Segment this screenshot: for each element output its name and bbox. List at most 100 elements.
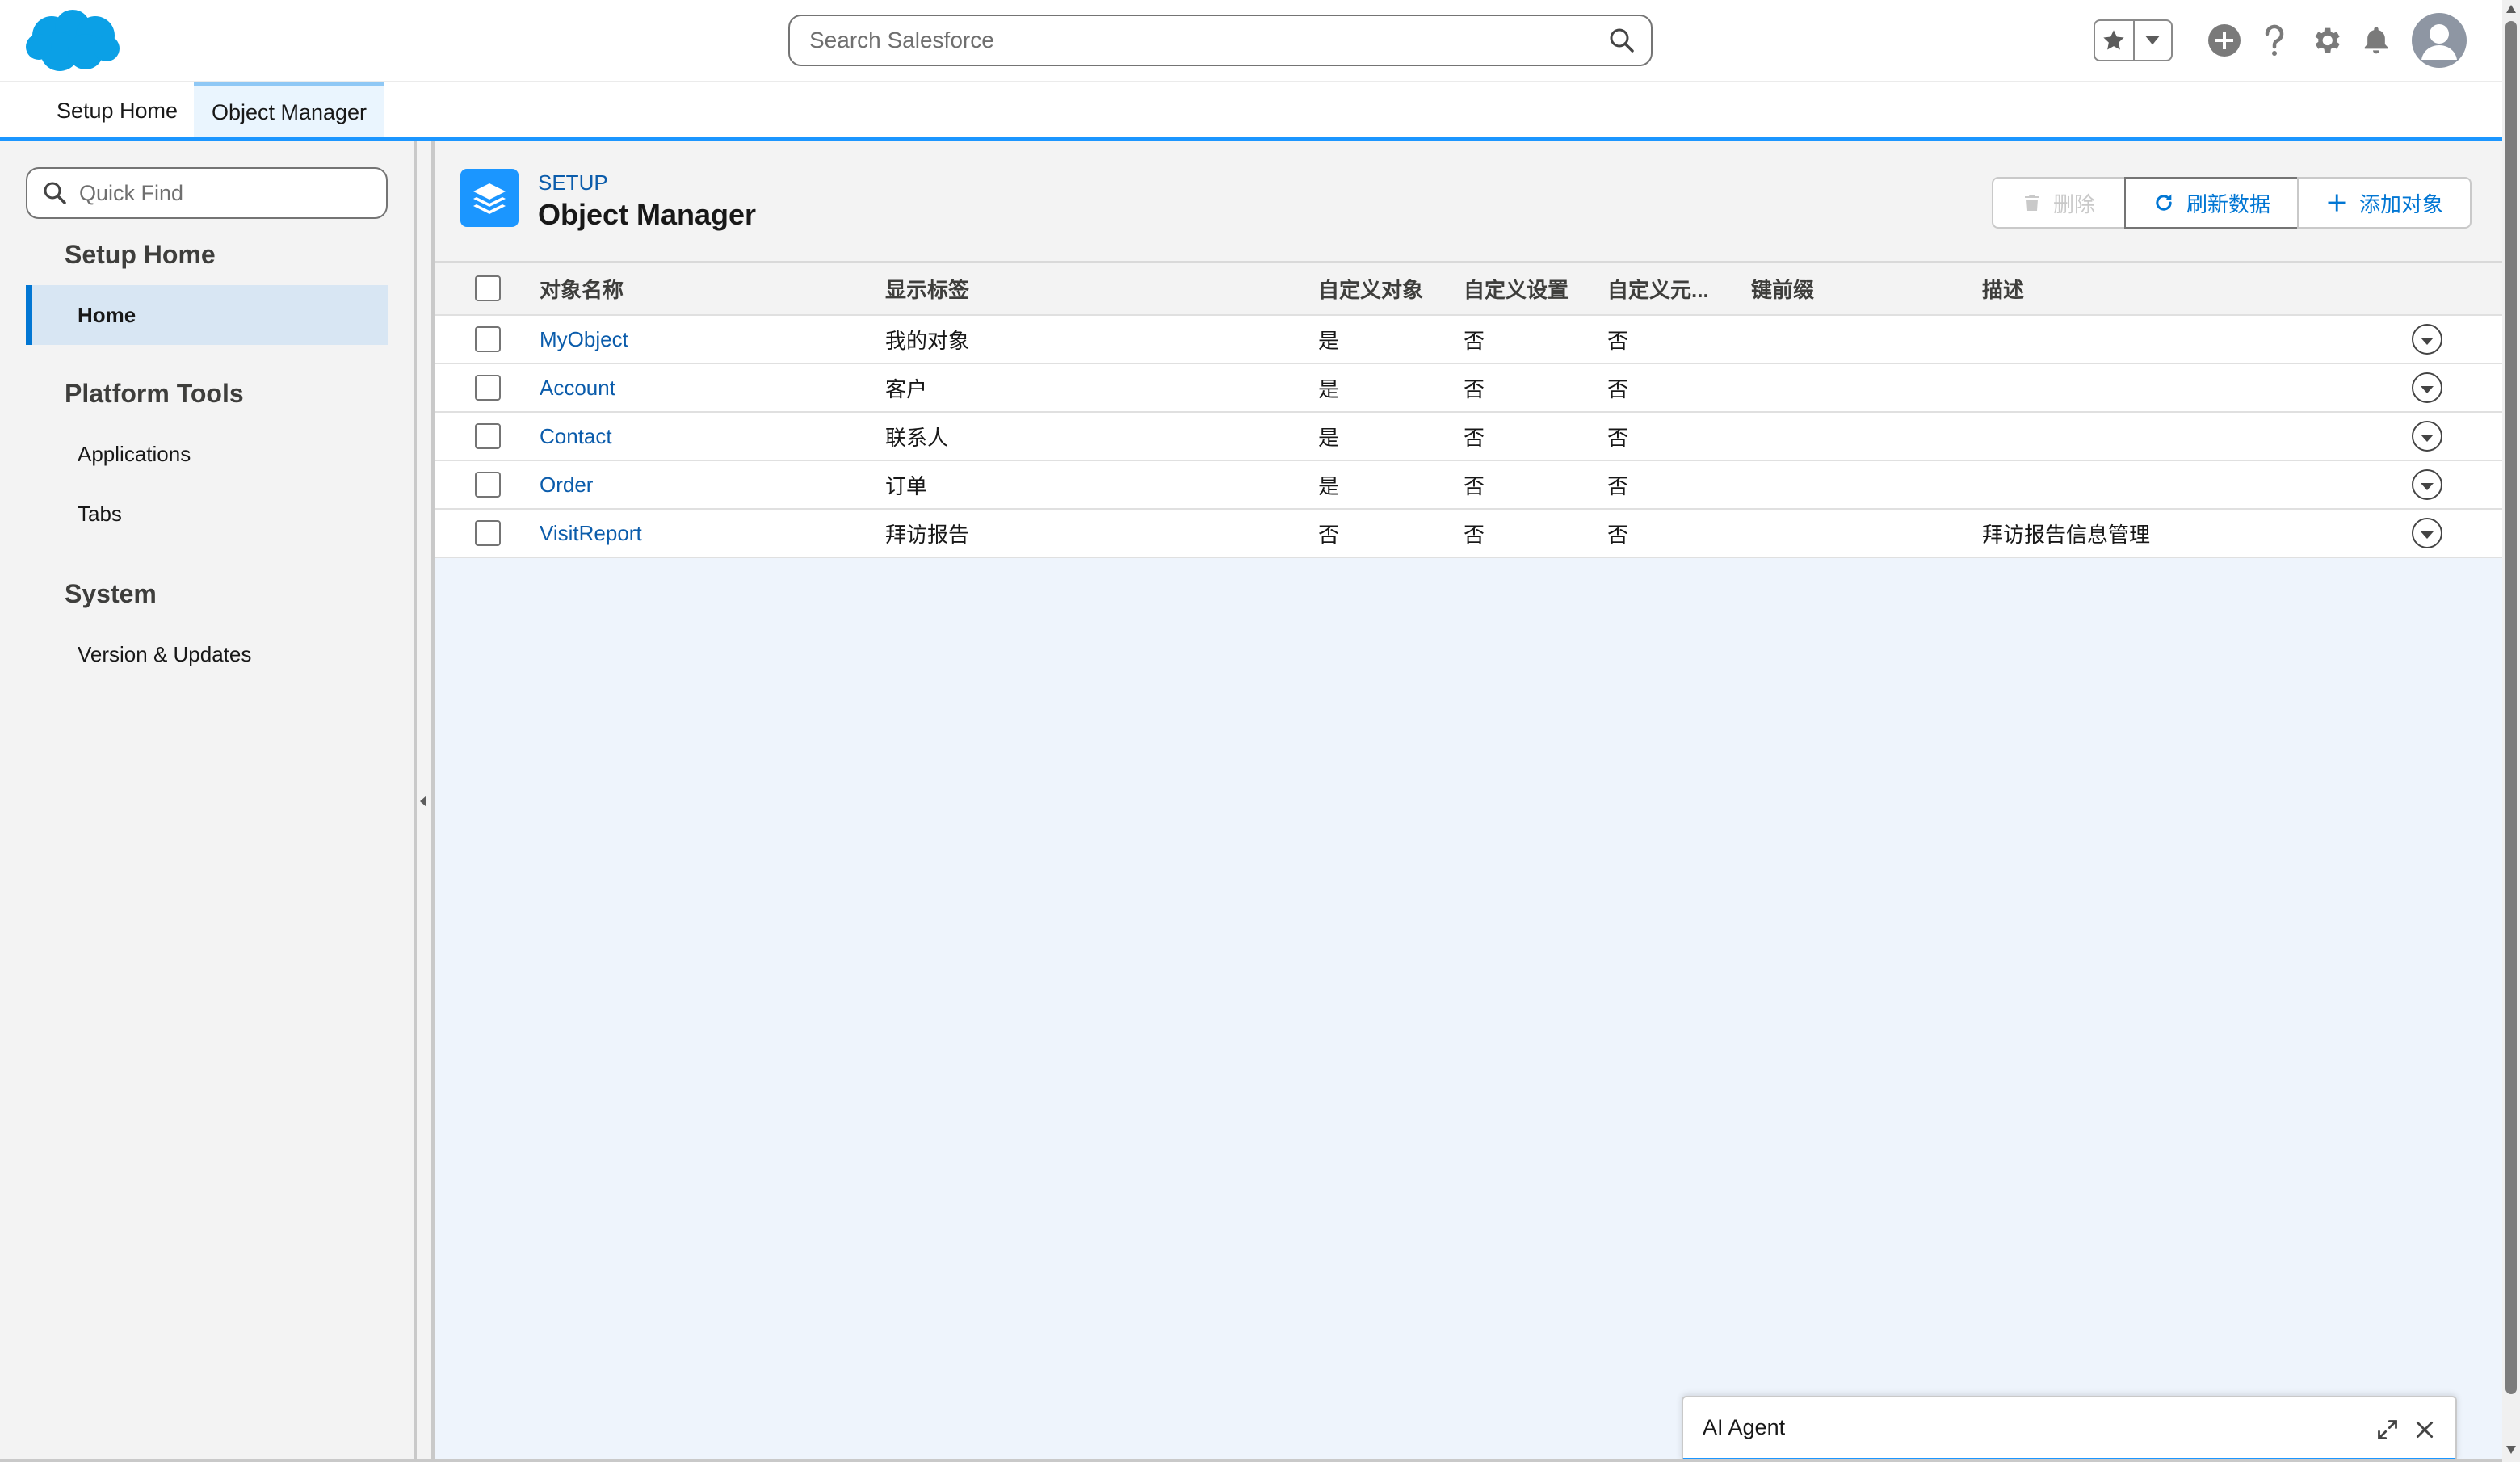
page-title: Object Manager — [538, 198, 757, 231]
row-actions-menu[interactable] — [2412, 518, 2442, 548]
custom-object-value: 是 — [1318, 473, 1340, 498]
header-button-group: 删除 刷新数据 添加对象 — [1992, 177, 2472, 229]
custom-metadata-value: 否 — [1607, 328, 1629, 353]
gear-icon — [2315, 27, 2340, 53]
sidebar-item-applications[interactable]: Applications — [26, 424, 388, 484]
object-name-link[interactable]: MyObject — [540, 316, 628, 363]
object-label: 订单 — [885, 473, 928, 498]
column-header-description[interactable]: 描述 — [1982, 263, 2024, 314]
custom-setting-value: 否 — [1464, 376, 1485, 401]
custom-setting-value: 否 — [1464, 328, 1485, 353]
window-bottom-border — [0, 1459, 2502, 1462]
scroll-down-arrow-icon[interactable] — [2506, 1446, 2516, 1454]
column-header-custom-object[interactable]: 自定义对象 — [1318, 263, 1423, 314]
page-scrollbar[interactable] — [2502, 0, 2520, 1462]
scroll-up-arrow-icon[interactable] — [2506, 5, 2516, 13]
add-object-button[interactable]: 添加对象 — [2297, 177, 2472, 229]
salesforce-cloud-logo[interactable] — [24, 6, 121, 74]
favorites-star-button[interactable] — [2095, 21, 2133, 60]
tab-label: Object Manager — [211, 99, 368, 124]
setup-button[interactable] — [2307, 21, 2346, 60]
table-row: VisitReport 拜访报告 否 否 否 拜访报告信息管理 — [435, 510, 2502, 558]
custom-object-value: 是 — [1318, 425, 1340, 450]
sidebar-section-setup-home: Setup Home — [65, 240, 216, 269]
star-icon — [2103, 30, 2125, 50]
row-checkbox[interactable] — [475, 472, 501, 498]
object-label: 联系人 — [885, 425, 949, 450]
expand-button[interactable] — [2373, 1415, 2402, 1444]
row-checkbox[interactable] — [475, 520, 501, 546]
object-label: 拜访报告 — [885, 522, 970, 547]
ai-agent-panel[interactable]: AI Agent — [1682, 1396, 2457, 1462]
object-name-link[interactable]: Account — [540, 364, 615, 411]
user-avatar[interactable] — [2412, 13, 2467, 68]
refresh-button[interactable]: 刷新数据 — [2124, 177, 2299, 229]
help-icon — [2265, 24, 2284, 56]
global-actions-button[interactable] — [2205, 21, 2244, 60]
custom-setting-value: 否 — [1464, 522, 1485, 547]
object-name-link[interactable]: VisitReport — [540, 510, 642, 557]
select-all-checkbox[interactable] — [475, 275, 501, 301]
notifications-button[interactable] — [2357, 21, 2396, 60]
delete-button[interactable]: 删除 — [1992, 177, 2126, 229]
column-header-key-prefix[interactable]: 键前缀 — [1751, 263, 1814, 314]
sidebar-item-version-updates[interactable]: Version & Updates — [26, 624, 388, 684]
tab-object-manager[interactable]: Object Manager — [194, 82, 384, 139]
page-header: SETUP Object Manager 删除 刷新数据 添加对象 — [435, 141, 2502, 263]
setup-sidebar: Setup Home Home Platform Tools Applicati… — [0, 141, 414, 1462]
object-table: 对象名称 显示标签 自定义对象 自定义设置 自定义元... 键前缀 描述 MyO… — [435, 263, 2502, 558]
sidebar-collapse-handle[interactable] — [414, 141, 435, 1462]
close-icon — [2416, 1421, 2434, 1439]
favorites-button-group — [2094, 19, 2173, 61]
tab-setup-home[interactable]: Setup Home — [42, 82, 192, 139]
scroll-thumb[interactable] — [2505, 21, 2517, 1394]
object-name-link[interactable]: Contact — [540, 413, 612, 460]
quick-find-input[interactable] — [26, 167, 388, 219]
help-button[interactable] — [2255, 21, 2294, 60]
ai-agent-title: AI Agent — [1703, 1415, 1786, 1439]
custom-object-value: 否 — [1318, 522, 1340, 547]
table-row: Account 客户 是 否 否 — [435, 364, 2502, 413]
add-icon — [2208, 24, 2241, 57]
app-root: Setup Home Object Manager Setup Home Hom… — [0, 0, 2520, 1462]
object-name-link[interactable]: Order — [540, 461, 593, 508]
custom-metadata-value: 否 — [1607, 473, 1629, 498]
row-actions-menu[interactable] — [2412, 372, 2442, 403]
close-button[interactable] — [2410, 1415, 2439, 1444]
row-actions-menu[interactable] — [2412, 324, 2442, 355]
sidebar-item-label: Applications — [78, 441, 191, 466]
sidebar-item-home[interactable]: Home — [26, 285, 388, 345]
search-icon — [44, 182, 66, 204]
tab-label: Setup Home — [56, 98, 178, 123]
custom-setting-value: 否 — [1464, 425, 1485, 450]
column-header-custom-metadata[interactable]: 自定义元... — [1607, 263, 1709, 314]
sidebar-item-label: Home — [78, 302, 136, 327]
search-icon[interactable] — [1607, 26, 1636, 55]
row-checkbox[interactable] — [475, 423, 501, 449]
expand-icon — [2378, 1420, 2397, 1439]
column-header-custom-setting[interactable]: 自定义设置 — [1464, 263, 1569, 314]
sidebar-item-label: Tabs — [78, 501, 122, 526]
sidebar-section-system: System — [65, 579, 157, 608]
custom-metadata-value: 否 — [1607, 425, 1629, 450]
global-search-input[interactable] — [788, 15, 1653, 66]
column-header-label[interactable]: 显示标签 — [885, 263, 969, 314]
refresh-icon — [2156, 194, 2172, 211]
favorites-list-button[interactable] — [2132, 21, 2171, 60]
plus-icon — [2328, 194, 2346, 212]
row-checkbox[interactable] — [475, 375, 501, 401]
sidebar-item-label: Version & Updates — [78, 641, 252, 666]
sidebar-section-platform-tools: Platform Tools — [65, 379, 244, 408]
row-checkbox[interactable] — [475, 326, 501, 352]
refresh-button-label: 刷新数据 — [2186, 191, 2270, 216]
row-actions-menu[interactable] — [2412, 469, 2442, 500]
table-header-row: 对象名称 显示标签 自定义对象 自定义设置 自定义元... 键前缀 描述 — [435, 263, 2502, 316]
column-header-object-name[interactable]: 对象名称 — [540, 263, 624, 314]
custom-object-value: 是 — [1318, 328, 1340, 353]
row-actions-menu[interactable] — [2412, 421, 2442, 452]
sidebar-item-tabs[interactable]: Tabs — [26, 484, 388, 544]
custom-object-value: 是 — [1318, 376, 1340, 401]
global-header — [0, 0, 2502, 81]
avatar-icon — [2421, 24, 2457, 60]
object-label: 我的对象 — [885, 328, 970, 353]
